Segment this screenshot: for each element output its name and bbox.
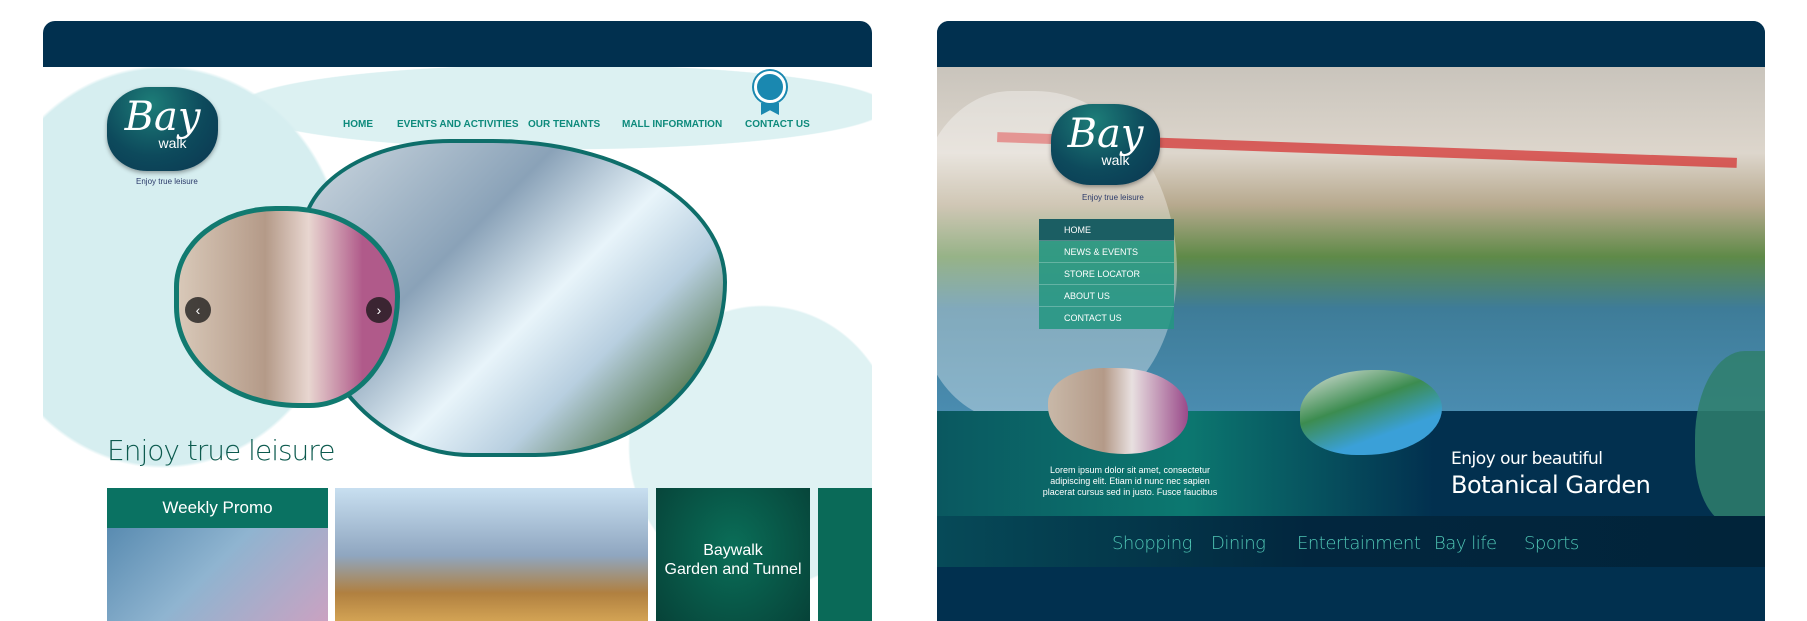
nav-bay-life[interactable]: Bay life — [1434, 533, 1497, 554]
logo-subtext: walk — [158, 135, 187, 151]
lorem-line: Lorem ipsum dolor sit amet, consectetur — [1049, 465, 1211, 475]
garden-tile-line1: Baywalk — [703, 542, 763, 559]
weekly-promo-tile[interactable]: Weekly Promo — [107, 488, 328, 621]
lorem-line: placerat cursus sed in justo. Fusce fauc… — [1042, 487, 1218, 497]
menu-contact-us[interactable]: CONTACT US — [1039, 307, 1174, 329]
left-design-mockup: Bay walk Enjoy true leisure HOME EVENTS … — [43, 21, 872, 621]
menu-news-events[interactable]: NEWS & EVENTS — [1039, 241, 1174, 263]
nav-entertainment[interactable]: Entertainment — [1297, 533, 1421, 554]
section-heading: Enjoy true leisure — [107, 434, 335, 467]
menu-about-us[interactable]: ABOUT US — [1039, 285, 1174, 307]
side-menu: HOME NEWS & EVENTS STORE LOCATOR ABOUT U… — [1039, 219, 1174, 329]
building-night-image[interactable] — [335, 488, 648, 621]
baywalk-logo[interactable]: Bay walk — [1051, 104, 1160, 185]
menu-home[interactable]: HOME — [1039, 219, 1174, 241]
lorem-text: Lorem ipsum dolor sit amet, consectetur … — [1020, 465, 1240, 498]
garden-tile-line2: Garden and Tunnel — [664, 561, 802, 578]
nav-home[interactable]: HOME — [343, 119, 373, 130]
nav-events[interactable]: EVENTS AND ACTIVITIES — [397, 119, 519, 130]
partial-tile[interactable] — [818, 488, 872, 621]
right-design-mockup: Bay walk Enjoy true leisure HOME NEWS & … — [937, 21, 1765, 621]
baywalk-logo[interactable]: Bay walk — [107, 87, 218, 171]
nav-mall-information[interactable]: MALL INFORMATION — [622, 119, 722, 130]
logo-tagline: Enjoy true leisure — [1082, 193, 1144, 202]
top-bar — [937, 21, 1765, 67]
menu-store-locator[interactable]: STORE LOCATOR — [1039, 263, 1174, 285]
promo-subtitle: Enjoy our beautiful — [1451, 449, 1603, 469]
logo-text: Bay — [124, 94, 201, 140]
logo-text: Bay — [1067, 111, 1144, 157]
weekly-promo-label: Weekly Promo — [107, 488, 328, 528]
nav-dining[interactable]: Dining — [1211, 533, 1266, 554]
slider-prev-button[interactable]: ‹ — [185, 297, 211, 323]
top-bar — [43, 21, 872, 67]
nav-sports[interactable]: Sports — [1524, 533, 1579, 554]
lorem-line: adipiscing elit. Etiam id nunc nec sapie… — [1050, 476, 1210, 486]
garden-tunnel-tile[interactable]: Baywalk Garden and Tunnel — [656, 488, 810, 621]
nav-tenants[interactable]: OUR TENANTS — [528, 119, 600, 130]
logo-tagline: Enjoy true leisure — [136, 177, 198, 186]
nav-shopping[interactable]: Shopping — [1112, 533, 1192, 554]
slider-next-button[interactable]: › — [366, 297, 392, 323]
nav-contact[interactable]: CONTACT US — [745, 119, 810, 130]
promo-title: Botanical Garden — [1451, 471, 1651, 499]
ribbon-badge-icon — [754, 71, 786, 115]
